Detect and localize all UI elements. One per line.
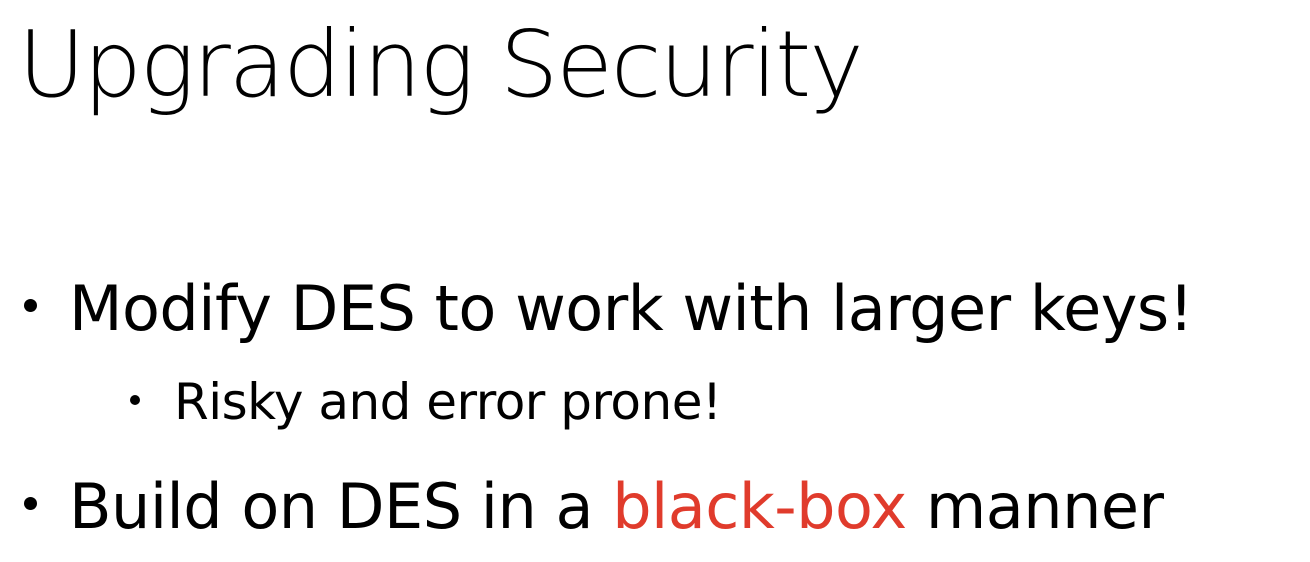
sub-bullet-item: Risky and error prone! [130, 373, 722, 431]
slide: Upgrading Security Modify DES to work wi… [0, 0, 1310, 562]
bullet-text: Modify DES to work with larger keys! [69, 272, 1194, 345]
bullet-item: Build on DES in a black-box manner [24, 470, 1164, 543]
bullet-dot-icon [24, 299, 37, 312]
bullet-text-before: Build on DES in a [69, 470, 613, 543]
slide-title: Upgrading Security [18, 11, 864, 118]
bullet-text: Build on DES in a black-box manner [69, 470, 1164, 543]
sub-bullet-text: Risky and error prone! [174, 373, 722, 431]
bullet-text-after: manner [906, 470, 1164, 543]
bullet-dot-icon [130, 395, 140, 405]
bullet-dot-icon [24, 497, 37, 510]
bullet-item: Modify DES to work with larger keys! [24, 272, 1194, 345]
highlighted-term: black-box [612, 470, 907, 543]
